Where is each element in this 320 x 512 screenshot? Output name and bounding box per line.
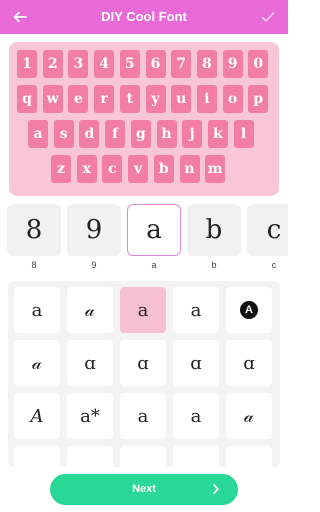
next-button[interactable]: Next [50, 474, 238, 505]
style-cell[interactable]: A [226, 287, 272, 333]
style-cell[interactable] [173, 446, 219, 467]
keyboard-key: 7 [171, 50, 192, 78]
keyboard-key: 3 [68, 50, 89, 78]
keyboard-key: y [145, 85, 166, 113]
style-cell[interactable]: 𝒶 [14, 340, 60, 386]
keyboard-key: r [94, 85, 115, 113]
style-glyph: 𝐴 [30, 405, 44, 427]
keyboard-key: e [68, 85, 89, 113]
keyboard-key: f [105, 120, 126, 148]
style-glyph: a [137, 299, 149, 321]
font-selector-strip: 8899aabbcc [0, 202, 288, 274]
style-glyph: 𝒶 [32, 352, 42, 374]
keyboard-preview: 1234567890 qwertyuiop asdfghjkl zxcvbnm [9, 42, 279, 196]
header-bar: DIY Cool Font [0, 0, 288, 34]
keyboard-key: 2 [42, 50, 63, 78]
style-glyph: 𝒶 [244, 405, 254, 427]
keyboard-key: o [222, 85, 243, 113]
page-title: DIY Cool Font [101, 9, 187, 24]
style-cell[interactable] [67, 446, 113, 467]
style-cell[interactable]: 𝒶 [67, 287, 113, 333]
style-cell[interactable]: a [120, 393, 166, 439]
keyboard-key: h [156, 120, 177, 148]
keyboard-key: g [130, 120, 151, 148]
keyboard-key: u [171, 85, 192, 113]
font-option-caption: a [151, 260, 157, 270]
font-option-tile[interactable]: 9 [67, 204, 121, 256]
keyboard-key: a [28, 120, 48, 148]
font-style-grid: a 𝒶 a a A𝒶 ɑ ɑ ɑ ɑ 𝐴a* a a 𝒶 [8, 281, 280, 467]
style-glyph: a [31, 299, 43, 321]
keyboard-key: k [207, 120, 228, 148]
keyboard-key: 1 [17, 50, 37, 78]
style-glyph: 𝒶 [85, 299, 95, 321]
style-cell[interactable]: ɑ [226, 340, 272, 386]
keyboard-key: x [76, 155, 97, 183]
style-cell[interactable]: 𝒶 [226, 393, 272, 439]
keyboard-key: b [153, 155, 174, 183]
style-cell[interactable]: a [173, 393, 219, 439]
style-cell[interactable]: ɑ [120, 340, 166, 386]
style-cell[interactable]: a [14, 287, 60, 333]
font-option-tile[interactable]: a [127, 204, 181, 256]
font-option-caption: b [211, 260, 217, 270]
style-cell[interactable]: a* [67, 393, 113, 439]
confirm-button[interactable] [256, 6, 280, 28]
keyboard-key: l [233, 120, 254, 148]
keyboard-key: 5 [119, 50, 140, 78]
app-screen: DIY Cool Font 1234567890qwertyuiopasdfgh… [0, 0, 288, 512]
style-glyph: ɑ [84, 352, 96, 374]
style-cell[interactable] [120, 446, 166, 467]
style-glyph: ɑ [137, 352, 149, 374]
keyboard-key: w [42, 85, 63, 113]
chevron-right-icon [213, 484, 219, 494]
keyboard-key: 4 [94, 50, 115, 78]
style-glyph: a [190, 405, 202, 427]
style-cell[interactable] [226, 446, 272, 467]
font-option-caption: 9 [91, 260, 97, 270]
keyboard-key: t [119, 85, 140, 113]
keyboard-key: z [51, 155, 71, 183]
style-glyph: ɑ [190, 352, 202, 374]
keyboard-key: s [53, 120, 74, 148]
style-cell[interactable]: ɑ [67, 340, 113, 386]
font-option-caption: c [271, 260, 277, 270]
style-glyph: a [190, 299, 202, 321]
font-option-caption: 8 [31, 260, 37, 270]
style-cell[interactable]: 𝐴 [14, 393, 60, 439]
style-cell[interactable]: a [120, 287, 166, 333]
keyboard-key: 9 [222, 50, 243, 78]
font-option-tile[interactable]: 8 [7, 204, 61, 256]
check-icon [261, 12, 275, 22]
style-glyph: ɑ [243, 352, 255, 374]
keyboard-key: d [79, 120, 100, 148]
keyboard-key: 6 [145, 50, 166, 78]
keyboard-key: 0 [248, 50, 269, 78]
font-option-tile[interactable]: b [187, 204, 241, 256]
keyboard-key: i [196, 85, 217, 113]
keyboard-key: p [248, 85, 269, 113]
style-glyph: a* [80, 405, 100, 427]
style-cell[interactable]: a [173, 287, 219, 333]
font-option-tile[interactable]: c [247, 204, 288, 256]
style-cell[interactable]: ɑ [173, 340, 219, 386]
keyboard-key: v [128, 155, 149, 183]
keyboard-key: m [205, 155, 226, 183]
style-glyph: a [137, 405, 149, 427]
keyboard-key: q [17, 85, 37, 113]
keyboard-key: c [102, 155, 123, 183]
circled-letter-glyph: A [240, 301, 258, 319]
keyboard-key: 8 [196, 50, 217, 78]
keyboard-key: n [179, 155, 200, 183]
style-cell[interactable] [14, 446, 60, 467]
keyboard-key: j [182, 120, 203, 148]
